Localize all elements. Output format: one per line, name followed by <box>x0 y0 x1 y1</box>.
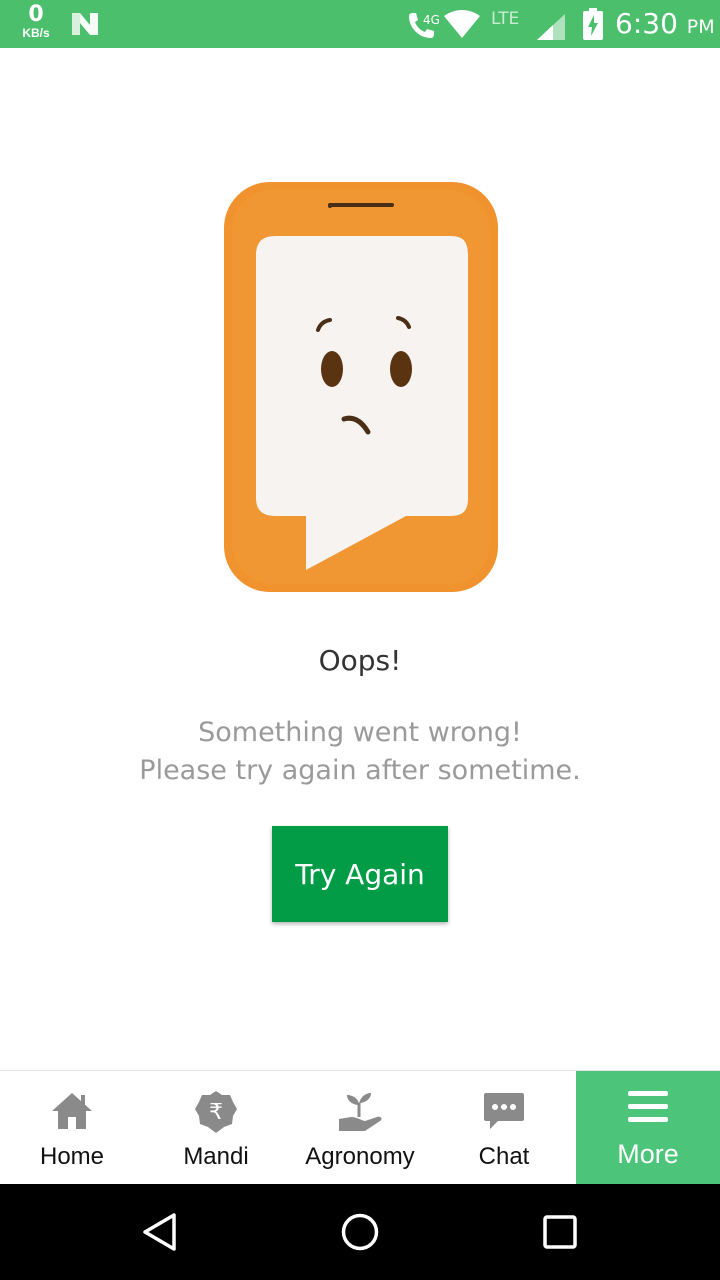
status-bar: 0 KB/s 4G LTE 6:30 PM <box>0 0 720 48</box>
network-speed-value: 0 <box>28 2 44 27</box>
nav-label-chat: Chat <box>478 1143 530 1170</box>
nav-label-home: Home <box>39 1143 105 1170</box>
clock-ampm: PM <box>686 16 715 38</box>
error-message-line1: Something went wrong! <box>198 717 522 748</box>
nav-item-agronomy[interactable]: Agronomy <box>288 1071 432 1185</box>
clock-time: 6:30 <box>615 7 678 40</box>
sad-phone-illustration <box>224 182 498 592</box>
nav-label-mandi: Mandi <box>183 1143 249 1170</box>
network-type-label: 4G <box>423 13 440 27</box>
nav-item-chat[interactable]: Chat <box>432 1071 576 1185</box>
nav-label-more: More <box>617 1139 679 1169</box>
network-speed-unit: KB/s <box>22 26 50 40</box>
try-again-button[interactable]: Try Again <box>272 826 448 922</box>
system-navigation-bar <box>0 1184 720 1280</box>
nav-item-home[interactable]: Home <box>0 1071 144 1185</box>
volte-call-icon: 4G <box>409 13 440 38</box>
menu-icon <box>628 1091 668 1122</box>
back-icon[interactable] <box>140 1212 180 1252</box>
recents-icon[interactable] <box>540 1212 580 1252</box>
chat-icon <box>484 1093 524 1129</box>
home-icon <box>52 1093 92 1129</box>
error-title: Oops! <box>318 644 402 677</box>
network-speed: 0 KB/s <box>18 2 54 40</box>
svg-text:₹: ₹ <box>209 1100 223 1125</box>
bottom-navigation: Home ₹ Mandi Agronomy Chat More <box>0 1070 720 1185</box>
plant-hand-icon <box>339 1093 382 1131</box>
lte-label: LTE <box>491 9 520 29</box>
nav-label-agronomy: Agronomy <box>305 1143 415 1170</box>
clock: 6:30 PM <box>615 7 715 40</box>
nav-item-mandi[interactable]: ₹ Mandi <box>144 1071 288 1185</box>
n-notification-icon <box>72 13 98 35</box>
wifi-icon <box>444 10 480 38</box>
battery-charging-icon <box>583 8 603 40</box>
rupee-icon: ₹ <box>195 1091 237 1133</box>
home-circle-icon[interactable] <box>340 1212 380 1252</box>
error-message-line2: Please try again after sometime. <box>139 755 581 786</box>
nav-item-more[interactable]: More <box>576 1071 720 1185</box>
signal-icon <box>537 14 565 40</box>
